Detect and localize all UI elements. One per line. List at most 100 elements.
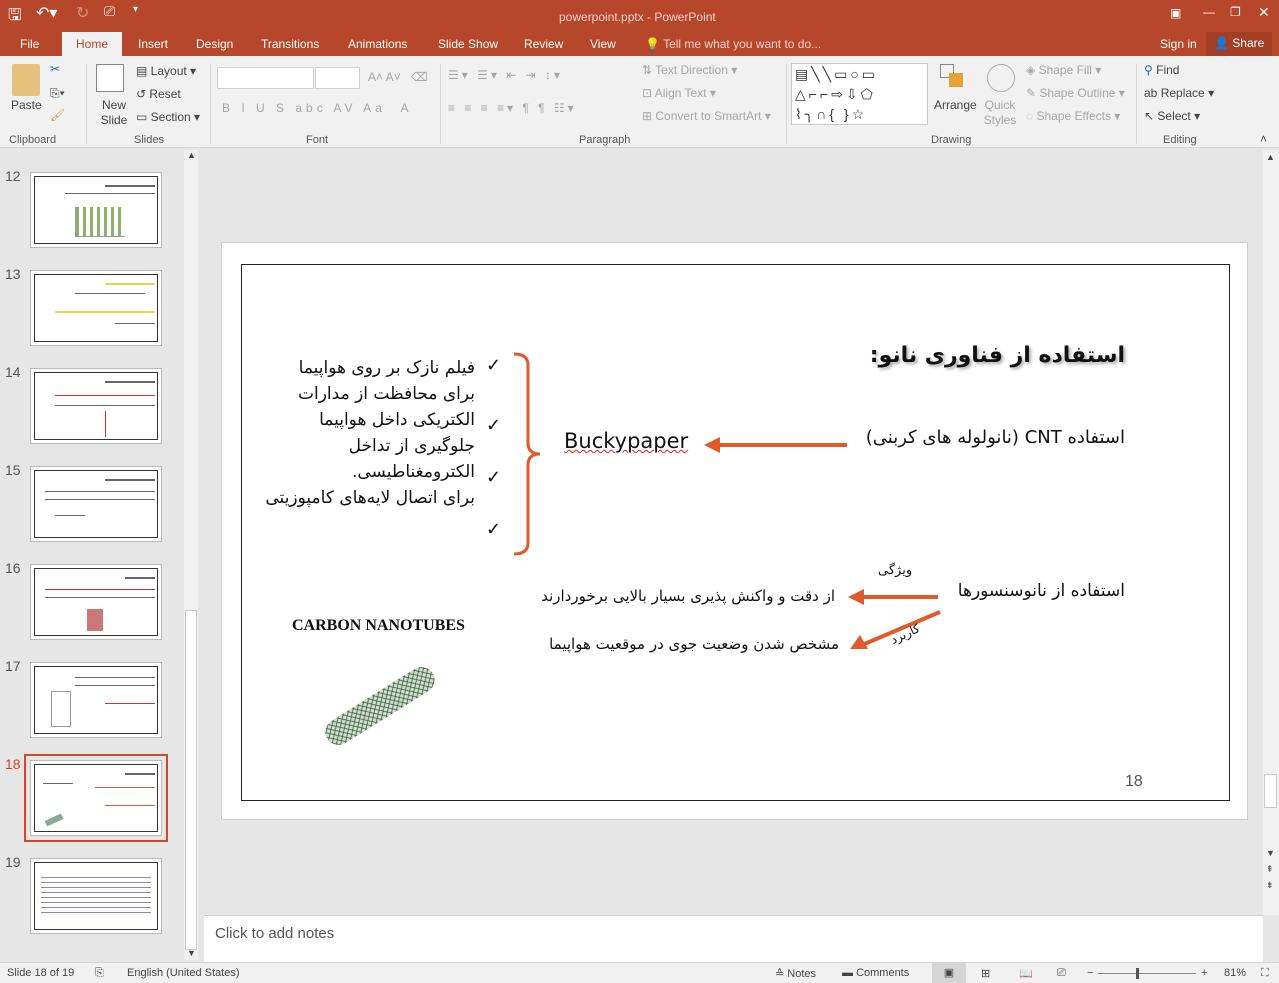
next-slide-icon[interactable]: ⇟ — [1266, 880, 1274, 891]
tab-animations[interactable]: Animations — [348, 37, 407, 51]
slide-number: 19 — [5, 854, 21, 870]
reading-view-button[interactable]: 📖 — [1019, 967, 1033, 980]
slide-thumbnail[interactable] — [30, 564, 162, 640]
notes-button[interactable]: ≙ Notes — [775, 967, 816, 980]
scroll-down-icon[interactable]: ▼ — [187, 948, 196, 958]
zoom-in-button[interactable]: + — [1201, 967, 1207, 979]
slide-thumbnail[interactable] — [30, 858, 162, 934]
reset-button[interactable]: ↺ Reset — [136, 87, 181, 101]
slide-thumbnail[interactable] — [30, 662, 162, 738]
previous-slide-icon[interactable]: ⇞ — [1266, 864, 1274, 875]
arrange-button[interactable]: Arrange — [934, 98, 977, 112]
slide-number: 16 — [5, 560, 21, 576]
tab-design[interactable]: Design — [196, 37, 233, 51]
usage-text: مشخص شدن وضعیت جوی در موقعیت هواپیما — [549, 635, 839, 653]
replace-button[interactable]: ab Replace ▾ — [1144, 86, 1214, 100]
fit-to-window-icon[interactable]: ⛶ — [1261, 967, 1269, 980]
align-text-button[interactable]: ⊡ Align Text ▾ — [642, 86, 716, 100]
collapse-ribbon-icon[interactable]: ˄ — [1260, 132, 1267, 146]
tab-view[interactable]: View — [590, 37, 616, 51]
zoom-level[interactable]: 81% — [1224, 967, 1246, 979]
restore-icon[interactable]: ❐ — [1230, 5, 1241, 19]
spellcheck-icon[interactable]: ⎘ — [95, 967, 104, 980]
font-size-box[interactable] — [315, 67, 360, 89]
slide-scrollbar[interactable]: ▲ ▼ ⇞ ⇟ — [1263, 150, 1279, 915]
notes-pane[interactable]: Click to add notes — [204, 915, 1263, 962]
arrow-cnt-to-buckypaper — [704, 437, 847, 453]
paste-icon — [12, 64, 40, 96]
comments-button[interactable]: ▬ Comments — [842, 967, 909, 979]
shapes-gallery[interactable]: ▤╲╲▭○▭ △⌐⌐⇨⇩⬠ ⌇╮∩{ }☆ — [791, 63, 928, 125]
text-direction-button[interactable]: ⇅ Text Direction ▾ — [642, 63, 737, 77]
tab-transitions[interactable]: Transitions — [261, 37, 319, 51]
cut-icon[interactable]: ✂ — [50, 62, 60, 76]
slide-thumbnail[interactable] — [30, 270, 162, 346]
slide-thumbnail[interactable] — [30, 368, 162, 444]
customize-toolbar-icon[interactable]: ▾ — [133, 4, 138, 15]
language-indicator[interactable]: English (United States) — [127, 967, 240, 979]
alignment-buttons[interactable]: ≡ ≡ ≡ ≡▾ ¶ ¶ ☷▾ — [448, 101, 577, 115]
shape-effects-label: Shape Effects — [1036, 109, 1111, 123]
close-icon[interactable]: ✕ — [1258, 4, 1270, 21]
bullet-text: برای اتصال لایه‌های کامپوزیتی — [265, 488, 475, 508]
checkmark-icon: ✓ — [486, 519, 502, 539]
shape-outline-button[interactable]: ✎ Shape Outline ▾ — [1026, 86, 1125, 100]
cnt-text: استفاده CNT (نانولوله های کربنی) — [865, 427, 1125, 448]
slideshow-button[interactable]: ⎚ — [1057, 967, 1066, 980]
zoom-out-button[interactable]: − — [1087, 967, 1093, 979]
scroll-up-icon[interactable]: ▲ — [187, 150, 196, 160]
convert-smartart-button[interactable]: ⊞ Convert to SmartArt ▾ — [642, 109, 771, 123]
slide-canvas[interactable]: استفاده از فناوری نانو: استفاده CNT (نان… — [221, 242, 1248, 820]
tab-file[interactable]: File — [20, 37, 39, 51]
tab-insert[interactable]: Insert — [138, 37, 168, 51]
start-slideshow-icon[interactable]: ⎚ — [104, 3, 115, 20]
paste-button[interactable]: Paste — [11, 98, 42, 112]
curly-brace — [513, 352, 541, 556]
select-button[interactable]: ↖ Select ▾ — [1144, 109, 1200, 123]
tab-home[interactable]: Home — [62, 32, 123, 56]
section-button[interactable]: ▭ Section ▾ — [136, 110, 200, 124]
find-button[interactable]: ⚲ Find — [1144, 63, 1179, 77]
cursor-icon: ↖ — [1144, 109, 1155, 123]
format-painter-icon[interactable]: 🖌 — [50, 108, 65, 122]
slide-thumbnail[interactable] — [30, 466, 162, 542]
scroll-up-icon[interactable]: ▲ — [1266, 152, 1275, 162]
quick-styles-button[interactable]: Quick Styles — [980, 98, 1020, 128]
scroll-down-icon[interactable]: ▼ — [1266, 848, 1275, 858]
ribbon-options-icon[interactable]: ▣ — [1170, 6, 1181, 20]
text-direction-label: Text Direction — [655, 63, 728, 77]
save-icon[interactable]: 🖫 — [8, 4, 22, 31]
slide-number: 17 — [5, 658, 21, 674]
shape-effects-button[interactable]: ◌ Shape Effects ▾ — [1026, 109, 1120, 123]
copy-icon[interactable]: ⎘▾ — [50, 86, 65, 101]
undo-icon[interactable]: ↶▾ — [36, 3, 57, 23]
slide-number: 12 — [5, 168, 21, 184]
thumbnail-scrollbar[interactable]: ▲ ▼ — [184, 150, 198, 960]
layout-button[interactable]: ▤ Layout ▾ — [136, 64, 196, 78]
status-bar: Slide 18 of 19 ⎘ English (United States)… — [0, 962, 1279, 983]
bullet-item: جلوگیری از تداخل الکترومغناطیسی. — [275, 433, 475, 485]
minimize-icon[interactable]: — — [1203, 5, 1215, 19]
shape-fill-label: Shape Fill — [1038, 63, 1092, 77]
tell-me-search[interactable]: 💡 Tell me what you want to do... — [645, 37, 821, 51]
tab-slide-show[interactable]: Slide Show — [438, 37, 498, 51]
slide-thumbnail-selected[interactable] — [24, 754, 168, 842]
nanosensors-text: استفاده از نانوسنسورها — [957, 581, 1125, 601]
list-buttons[interactable]: ☰▾ ☰▾ ⇤ ⇥ ↕▾ — [448, 68, 563, 82]
share-button[interactable]: 👤 Share — [1206, 32, 1273, 56]
redo-icon[interactable]: ↻ — [76, 3, 89, 23]
shape-fill-button[interactable]: ◈ Shape Fill ▾ — [1026, 63, 1101, 77]
font-size-controls[interactable]: A˄ A˅ ⌫ — [368, 70, 428, 84]
slide-sorter-button[interactable]: ⊞ — [981, 967, 990, 980]
normal-view-button[interactable]: ▣ — [932, 963, 966, 983]
sign-in-link[interactable]: Sign in — [1160, 37, 1197, 51]
tab-review[interactable]: Review — [524, 37, 563, 51]
zoom-slider-thumb[interactable] — [1136, 968, 1139, 979]
slide-thumbnail[interactable] — [30, 172, 162, 248]
font-format-buttons[interactable]: B I U S abc AV Aa A — [222, 101, 413, 115]
scrollbar-thumb[interactable] — [185, 610, 197, 950]
new-slide-button[interactable]: New Slide — [94, 98, 134, 128]
font-name-box[interactable] — [217, 67, 314, 89]
zoom-slider[interactable] — [1098, 968, 1196, 979]
scrollbar-thumb[interactable] — [1264, 774, 1277, 808]
